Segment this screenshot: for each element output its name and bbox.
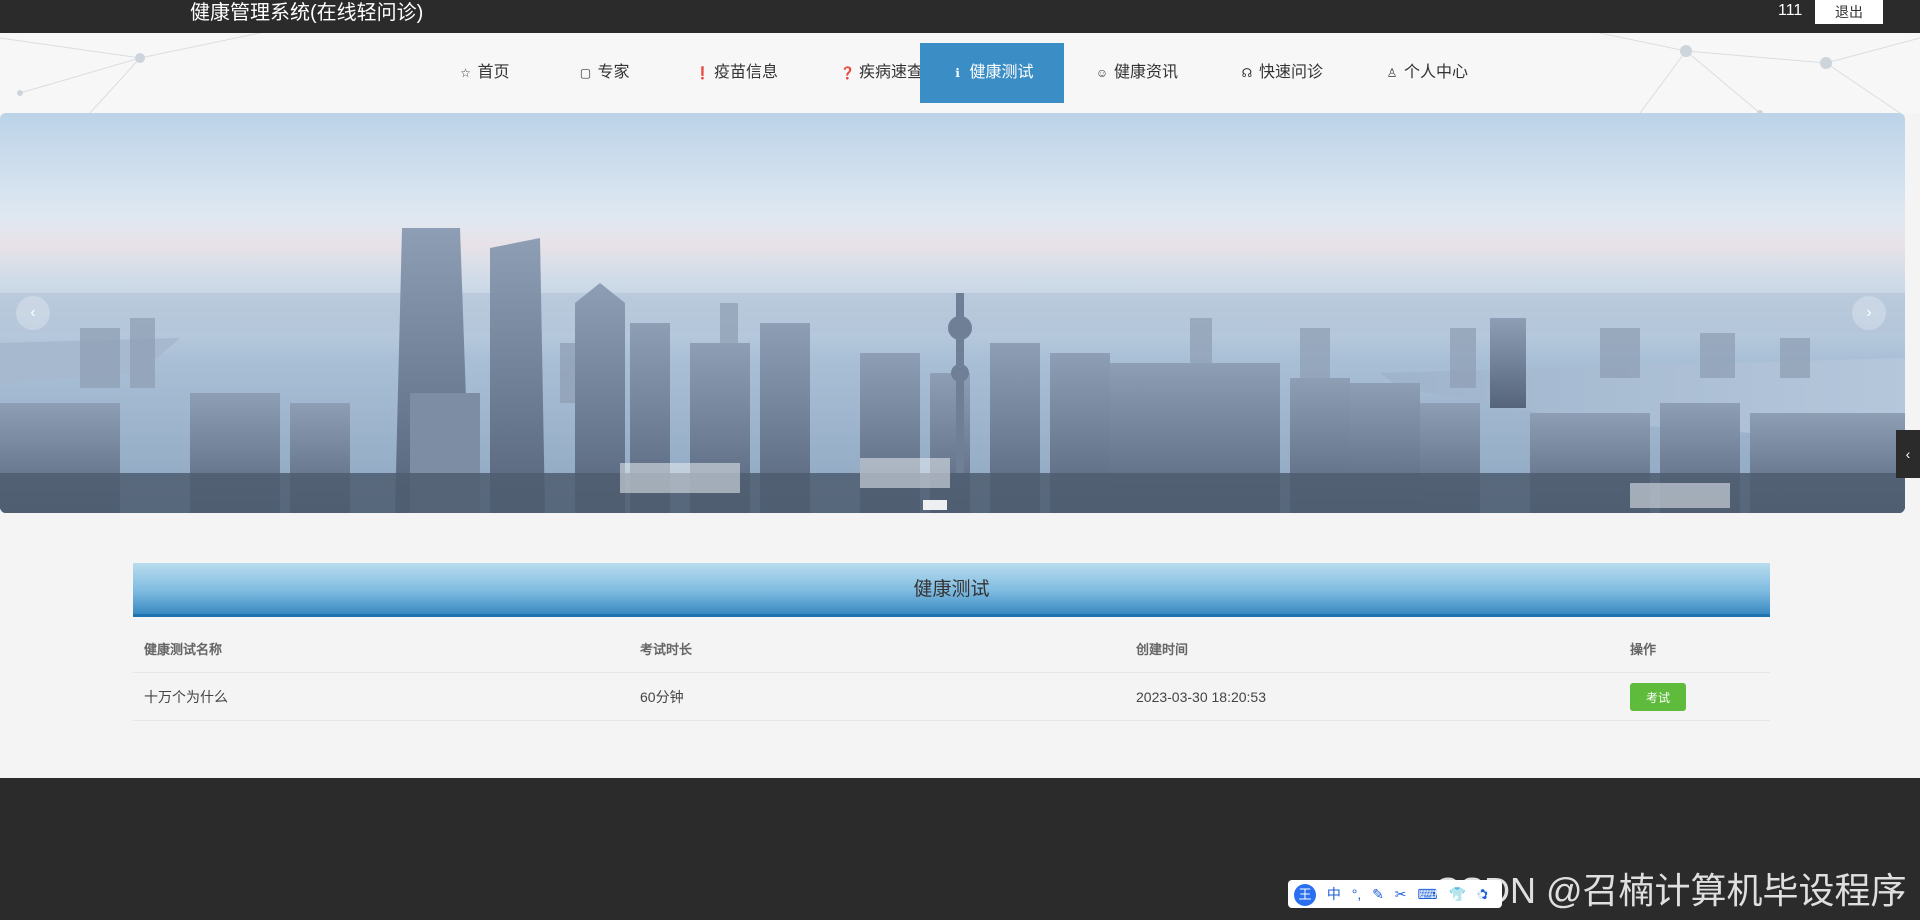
- table-row: 十万个为什么 60分钟 2023-03-30 18:20:53 考试: [133, 673, 1770, 721]
- carousel-next-button[interactable]: ›: [1852, 296, 1886, 330]
- watermark: CSDN @召楠计算机毕设程序: [1434, 870, 1907, 911]
- ime-punctuation-icon[interactable]: °,: [1352, 886, 1362, 902]
- carousel-indicator[interactable]: [923, 500, 947, 510]
- question-circle-icon: ❓: [839, 66, 855, 80]
- ime-pen-icon[interactable]: ✎: [1372, 886, 1384, 902]
- section-header: 健康测试: [133, 563, 1770, 617]
- smiley-icon: ☺: [1095, 66, 1109, 80]
- section-title: 健康测试: [913, 579, 990, 600]
- nav-items: ☆ 首页 ▢ 专家 ❗ 疫苗信息 ❓ 疾病速查 ℹ 健康测试 ☺ 健康资讯 ☊ 快速问诊 ♙ 个…: [0, 43, 1920, 103]
- column-header-duration: 考试时长: [640, 642, 693, 657]
- nav-item-label: 专家: [597, 64, 630, 81]
- ime-chinese-mode-icon[interactable]: 中: [1327, 886, 1341, 902]
- nav-item-health-test[interactable]: ℹ 健康测试: [920, 43, 1064, 103]
- ime-logo[interactable]: 王: [1294, 884, 1316, 906]
- nav-item-label: 快速问诊: [1258, 64, 1323, 81]
- nav-item-label: 首页: [477, 64, 510, 81]
- banner-carousel: ‹ ›: [0, 113, 1905, 513]
- nav-item-label: 健康测试: [969, 64, 1034, 81]
- nav-item-label: 健康资讯: [1113, 64, 1178, 81]
- bag-icon: ▢: [579, 66, 592, 80]
- nav-item-health-news[interactable]: ☺ 健康资讯: [1064, 43, 1209, 103]
- exam-button[interactable]: 考试: [1630, 683, 1686, 711]
- column-header-name: 健康测试名称: [144, 642, 223, 657]
- star-outline-icon: ☆: [460, 66, 471, 80]
- exclamation-circle-icon: ❗: [694, 66, 710, 80]
- chevron-right-icon: ›: [1866, 304, 1872, 321]
- info-circle-icon: ℹ: [955, 66, 960, 80]
- carousel-prev-button[interactable]: ‹: [16, 296, 50, 330]
- nav-item-vaccine-info[interactable]: ❗ 疫苗信息: [664, 43, 809, 103]
- top-bar: 健康管理系统(在线轻问诊) 111 退出: [0, 0, 1920, 33]
- site-title: 健康管理系统(在线轻问诊): [190, 2, 424, 24]
- nav-item-quick-consult[interactable]: ☊ 快速问诊: [1209, 43, 1354, 103]
- nav-item-label: 疫苗信息: [713, 64, 778, 81]
- nav-item-home[interactable]: ☆ 首页: [424, 43, 544, 103]
- logout-button[interactable]: 退出: [1815, 0, 1883, 24]
- test-duration: 60分钟: [640, 689, 684, 705]
- headset-icon: ☊: [1241, 66, 1253, 80]
- ime-scissors-icon[interactable]: ✂: [1395, 886, 1407, 902]
- column-header-created: 创建时间: [1136, 642, 1189, 657]
- nav-item-label: 个人中心: [1403, 64, 1468, 81]
- table-header-row: 健康测试名称 考试时长 创建时间 操作: [133, 627, 1770, 673]
- side-collapse-tab[interactable]: ‹: [1896, 430, 1920, 478]
- username: 111: [1778, 2, 1803, 19]
- test-created-time: 2023-03-30 18:20:53: [1136, 689, 1266, 705]
- main-nav: ☆ 首页 ▢ 专家 ❗ 疫苗信息 ❓ 疾病速查 ℹ 健康测试 ☺ 健康资讯 ☊ 快速问诊 ♙ 个…: [0, 33, 1920, 113]
- nav-item-personal-center[interactable]: ♙ 个人中心: [1354, 43, 1499, 103]
- test-name: 十万个为什么: [144, 689, 228, 705]
- nav-item-experts[interactable]: ▢ 专家: [544, 43, 664, 103]
- nav-item-label: 疾病速查: [858, 64, 923, 81]
- city-skyline-image: [0, 228, 1905, 513]
- user-icon: ♙: [1386, 66, 1398, 80]
- column-header-action: 操作: [1630, 642, 1657, 657]
- chevron-left-icon: ‹: [1905, 446, 1911, 462]
- health-test-table: 健康测试名称 考试时长 创建时间 操作 十万个为什么 60分钟 2023-03-…: [133, 627, 1770, 721]
- carousel-indicators: [920, 497, 950, 513]
- chevron-left-icon: ‹: [30, 304, 36, 321]
